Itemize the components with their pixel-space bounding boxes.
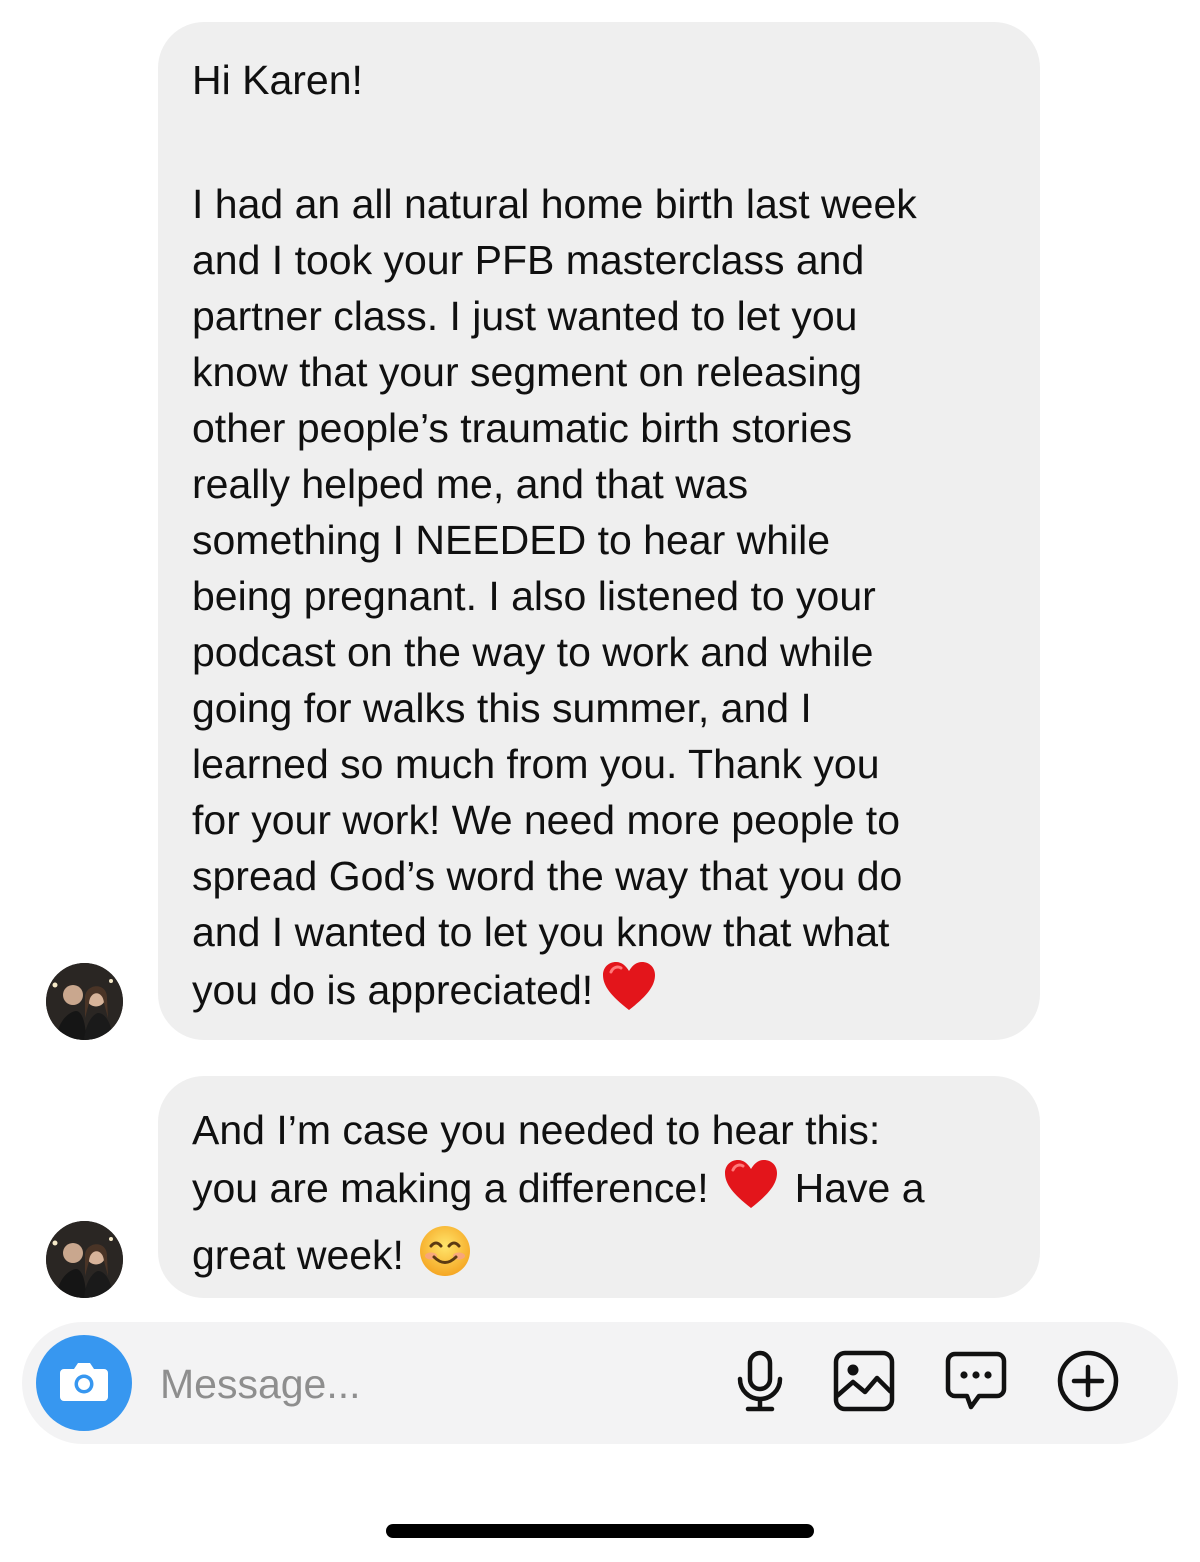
message-line: being pregnant. I also listened to your — [192, 573, 876, 619]
more-options-button[interactable] — [1056, 1349, 1120, 1418]
message-line: And I’m case you needed to hear this: — [192, 1107, 881, 1153]
message-line: learned so much from you. Thank you — [192, 741, 880, 787]
red-heart-icon — [601, 960, 657, 1026]
message-line: other people’s traumatic birth stories — [192, 405, 853, 451]
chat-bubble-icon — [945, 1350, 1007, 1417]
message-line: great week! — [192, 1224, 1006, 1292]
home-indicator[interactable] — [386, 1524, 814, 1538]
message-composer — [22, 1322, 1178, 1444]
message-line: and I wanted to let you know that what — [192, 909, 890, 955]
plus-circle-icon — [1056, 1349, 1120, 1418]
microphone-icon — [734, 1349, 786, 1418]
avatar[interactable] — [46, 1221, 123, 1298]
message-line: Hi Karen! — [192, 57, 363, 103]
gallery-button[interactable] — [832, 1350, 896, 1417]
message-line: you are making a difference! Have a — [192, 1158, 1006, 1224]
message-line: I had an all natural home birth last wee… — [192, 181, 917, 227]
message-text: great week! — [192, 1231, 404, 1278]
message-line: something I NEEDED to hear while — [192, 517, 831, 563]
message-text: you do is appreciated! — [192, 966, 594, 1013]
gallery-icon — [833, 1350, 895, 1417]
message-line: for your work! We need more people to — [192, 797, 900, 843]
red-heart-icon — [723, 1158, 779, 1224]
message-line: partner class. I just wanted to let you — [192, 293, 858, 339]
camera-button[interactable] — [36, 1335, 132, 1431]
microphone-button[interactable] — [728, 1349, 792, 1418]
avatar[interactable] — [46, 963, 123, 1040]
message-line: and I took your PFB masterclass and — [192, 237, 865, 283]
message-bubble[interactable]: Hi Karen! I had an all natural home birt… — [158, 22, 1040, 1040]
sticker-button[interactable] — [944, 1351, 1008, 1415]
message-line: spread God’s word the way that you do — [192, 853, 903, 899]
message-text: you are making a difference! — [192, 1164, 709, 1211]
message-line: know that your segment on releasing — [192, 349, 863, 395]
smiling-face-icon — [418, 1224, 472, 1292]
message-bubble[interactable]: And I’m case you needed to hear this: yo… — [158, 1076, 1040, 1298]
message-line-last: you do is appreciated! — [192, 960, 1006, 1026]
message-text: Have a — [794, 1164, 925, 1211]
message-line: really helped me, and that was — [192, 461, 749, 507]
message-line: going for walks this summer, and I — [192, 685, 812, 731]
camera-icon — [58, 1359, 110, 1408]
message-input[interactable] — [158, 1352, 682, 1416]
message-line: podcast on the way to work and while — [192, 629, 874, 675]
